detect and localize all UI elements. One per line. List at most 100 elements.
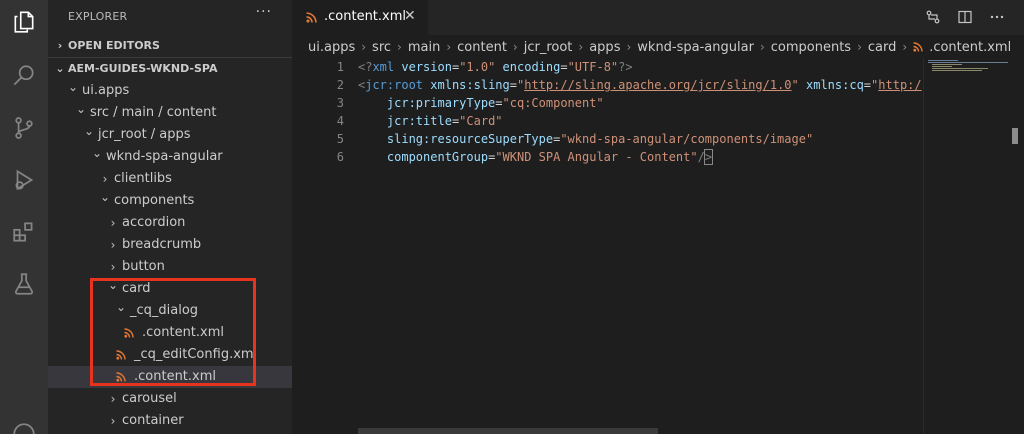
line-number: 6 [336, 150, 344, 164]
tree-folder-item[interactable]: › carousel [48, 388, 292, 410]
explorer-sidebar: EXPLORER ··· › OPEN EDITORS ⌄ AEM-GUIDES… [48, 0, 292, 434]
tree-folder-item[interactable]: › accordion [48, 212, 292, 234]
breadcrumb-item[interactable]: src [372, 40, 391, 55]
breadcrumb-separator-icon: › [446, 40, 452, 54]
editor-area: .content.xml ✕ ui.apps › src › main › content ›… [292, 0, 1024, 434]
code-line: componentGroup="WKND SPA Angular - Conte… [386, 149, 714, 165]
more-editor-actions-icon[interactable] [988, 8, 1006, 26]
tree-file-item[interactable]: _cq_editConfig.xml [48, 344, 292, 366]
explorer-icon[interactable] [10, 8, 38, 36]
tree-file-item[interactable]: .content.xml [48, 322, 292, 344]
account-icon[interactable] [10, 420, 38, 434]
search-icon[interactable] [10, 62, 38, 90]
chevron-down-icon: ⌄ [68, 80, 79, 94]
rss-icon [306, 12, 317, 23]
rss-icon [116, 350, 126, 360]
breadcrumb-separator-icon: › [578, 40, 584, 54]
code-line: <?xml version="1.0" encoding="UTF-8"?> [358, 60, 633, 74]
workspace-section[interactable]: ⌄ AEM-GUIDES-WKND-SPA [48, 57, 292, 80]
tab-label: .content.xml [324, 9, 407, 24]
open-changes-icon[interactable] [924, 8, 942, 26]
breadcrumb-separator-icon: › [759, 40, 765, 54]
open-editors-label: OPEN EDITORS [68, 39, 160, 52]
tree-file-item[interactable]: .content.xml [48, 366, 292, 388]
more-actions-icon[interactable]: ··· [256, 4, 272, 20]
breadcrumb-item[interactable]: card [868, 40, 896, 55]
tree-item-label: breadcrumb [122, 237, 202, 252]
tree-folder-item[interactable]: ⌄ card [48, 278, 292, 300]
chevron-down-icon: ⌄ [116, 300, 127, 314]
tree-item-label: _cq_dialog [130, 303, 199, 318]
breadcrumb-item[interactable]: wknd-spa-angular [637, 40, 754, 55]
tree-folder-item[interactable]: › clientlibs [48, 168, 292, 190]
workspace-label: AEM-GUIDES-WKND-SPA [68, 62, 218, 75]
chevron-down-icon: ⌄ [100, 190, 111, 204]
chevron-down-icon: ⌄ [92, 146, 103, 160]
explorer-title: EXPLORER [68, 10, 128, 23]
breadcrumb: ui.apps › src › main › content › jcr_root › apps › w… [308, 38, 1011, 56]
breadcrumb-item[interactable]: .content.xml [929, 40, 1011, 55]
chevron-right-icon: › [110, 414, 116, 428]
tree-item-label: src / main / content [90, 105, 217, 120]
minimap-preview [928, 60, 1008, 71]
line-number-gutter: 1 2 3 4 5 6 [292, 58, 344, 166]
tree-folder-item[interactable]: ⌄ components [48, 190, 292, 212]
rss-icon [116, 372, 126, 382]
tab-content-xml[interactable]: .content.xml ✕ [292, 0, 428, 35]
breadcrumb-item[interactable]: jcr_root [524, 40, 573, 55]
tree-folder-item[interactable]: › button [48, 256, 292, 278]
rss-icon [124, 328, 134, 338]
breadcrumb-item[interactable]: main [408, 40, 440, 55]
tree-item-label: carousel [122, 391, 177, 406]
run-debug-icon[interactable] [10, 166, 38, 194]
line-number: 2 [336, 78, 344, 92]
tree-item-label: .content.xml [142, 325, 225, 340]
breadcrumb-separator-icon: › [857, 40, 862, 54]
close-tab-icon[interactable]: ✕ [404, 8, 416, 24]
tab-bar: .content.xml ✕ [292, 0, 1024, 35]
tree-item-label: container [122, 413, 184, 428]
chevron-right-icon: › [110, 392, 116, 406]
source-control-icon[interactable] [10, 114, 38, 142]
chevron-down-icon: ⌄ [55, 62, 65, 75]
chevron-right-icon: › [110, 216, 116, 230]
scrollbar-position-marker [1012, 128, 1018, 144]
open-editors-section[interactable]: › OPEN EDITORS [48, 35, 292, 57]
line-number: 1 [336, 60, 344, 74]
tree-item-label: _cq_editConfig.xml [134, 347, 258, 362]
breadcrumb-item[interactable]: apps [589, 40, 620, 55]
chevron-down-icon: ⌄ [108, 278, 119, 292]
code-line: jcr:title="Card" [386, 114, 503, 128]
extensions-icon[interactable] [10, 218, 38, 246]
breadcrumb-separator-icon: › [512, 40, 518, 54]
code-line: sling:resourceSuperType="wknd-spa-angula… [386, 132, 814, 146]
breadcrumb-separator-icon: › [361, 40, 367, 54]
code-text[interactable]: <?xml version="1.0" encoding="UTF-8"?> <j… [358, 58, 923, 166]
tree-item-label: card [122, 281, 151, 296]
tree-folder-item[interactable]: › container [48, 410, 292, 432]
breadcrumb-separator-icon: › [626, 40, 632, 54]
vertical-scrollbar[interactable] [1011, 58, 1024, 434]
vscode-window: EXPLORER ··· › OPEN EDITORS ⌄ AEM-GUIDES… [0, 0, 1024, 434]
breadcrumb-separator-icon: › [397, 40, 402, 54]
chevron-down-icon: ⌄ [76, 102, 87, 116]
tree-item-label: accordion [122, 215, 186, 230]
minimap[interactable] [923, 58, 1012, 434]
line-number: 4 [336, 114, 344, 128]
breadcrumb-item[interactable]: content [457, 40, 507, 55]
tree-folder-item[interactable]: ⌄ wknd-spa-angular [48, 146, 292, 168]
tree-folder-item[interactable]: ⌄ jcr_root / apps [48, 124, 292, 146]
testing-flask-icon[interactable] [10, 270, 38, 298]
horizontal-scrollbar[interactable] [358, 428, 658, 434]
chevron-right-icon: › [110, 238, 116, 252]
tree-folder-item[interactable]: › breadcrumb [48, 234, 292, 256]
breadcrumb-item[interactable]: components [771, 40, 851, 55]
breadcrumb-item[interactable]: ui.apps [308, 40, 355, 55]
tree-folder-item[interactable]: ⌄ _cq_dialog [48, 300, 292, 322]
tree-item-label: jcr_root / apps [98, 127, 191, 142]
split-editor-icon[interactable] [956, 8, 974, 26]
line-number: 3 [336, 96, 344, 110]
tree-item-label: wknd-spa-angular [106, 149, 223, 164]
chevron-down-icon: ⌄ [84, 124, 95, 138]
tree-item-label: button [122, 259, 165, 274]
